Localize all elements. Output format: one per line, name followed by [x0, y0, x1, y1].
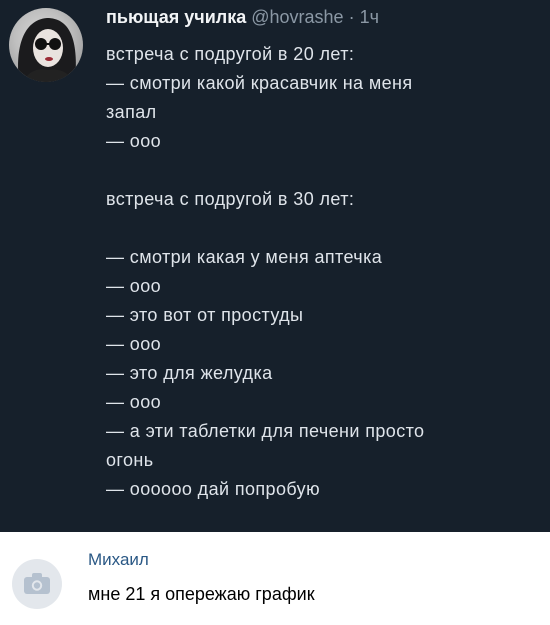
tweet-line: встреча с подругой в 30 лет: — [106, 189, 355, 209]
tweet-header: пьющая училка @hovrashe · 1ч — [106, 4, 379, 30]
tweet-line: — оооооо дай попробую — [106, 479, 320, 499]
tweet-line: — ооо — [106, 334, 162, 354]
tweet-line: — это вот от простуды — [106, 305, 304, 325]
comment-text: мне 21 я опережаю график — [88, 584, 315, 604]
commenter-name[interactable]: Михаил — [88, 550, 149, 570]
tweet-line: — ооо — [106, 131, 162, 151]
tweet-body: встреча с подругой в 20 лет: — смотри ка… — [106, 40, 536, 504]
commenter-avatar[interactable] — [12, 559, 62, 609]
tweet-line: встреча с подругой в 20 лет: — [106, 44, 355, 64]
tweet-line: — смотри какой красавчик на меня — [106, 73, 413, 93]
comment: Михаил мне 21 я опережаю график — [0, 532, 550, 625]
header-separator: · — [343, 7, 360, 27]
tweet-line: — ооо — [106, 392, 162, 412]
tweet-time[interactable]: 1ч — [360, 7, 379, 27]
tweet-line: — это для желудка — [106, 363, 273, 383]
tweet-card: пьющая училка @hovrashe · 1ч встреча с п… — [0, 0, 550, 532]
tweet-line: огонь — [106, 450, 154, 470]
author-name[interactable]: пьющая училка — [106, 7, 246, 27]
camera-icon — [24, 573, 50, 594]
tweet-line — [106, 156, 536, 185]
tweet-line: запал — [106, 102, 157, 122]
author-avatar[interactable] — [9, 8, 83, 82]
tweet-line: — смотри какая у меня аптечка — [106, 247, 383, 267]
tweet-line: — ооо — [106, 276, 162, 296]
tweet-line: — а эти таблетки для печени просто — [106, 421, 425, 441]
tweet-line — [106, 214, 536, 243]
author-handle[interactable]: @hovrashe — [251, 7, 343, 27]
